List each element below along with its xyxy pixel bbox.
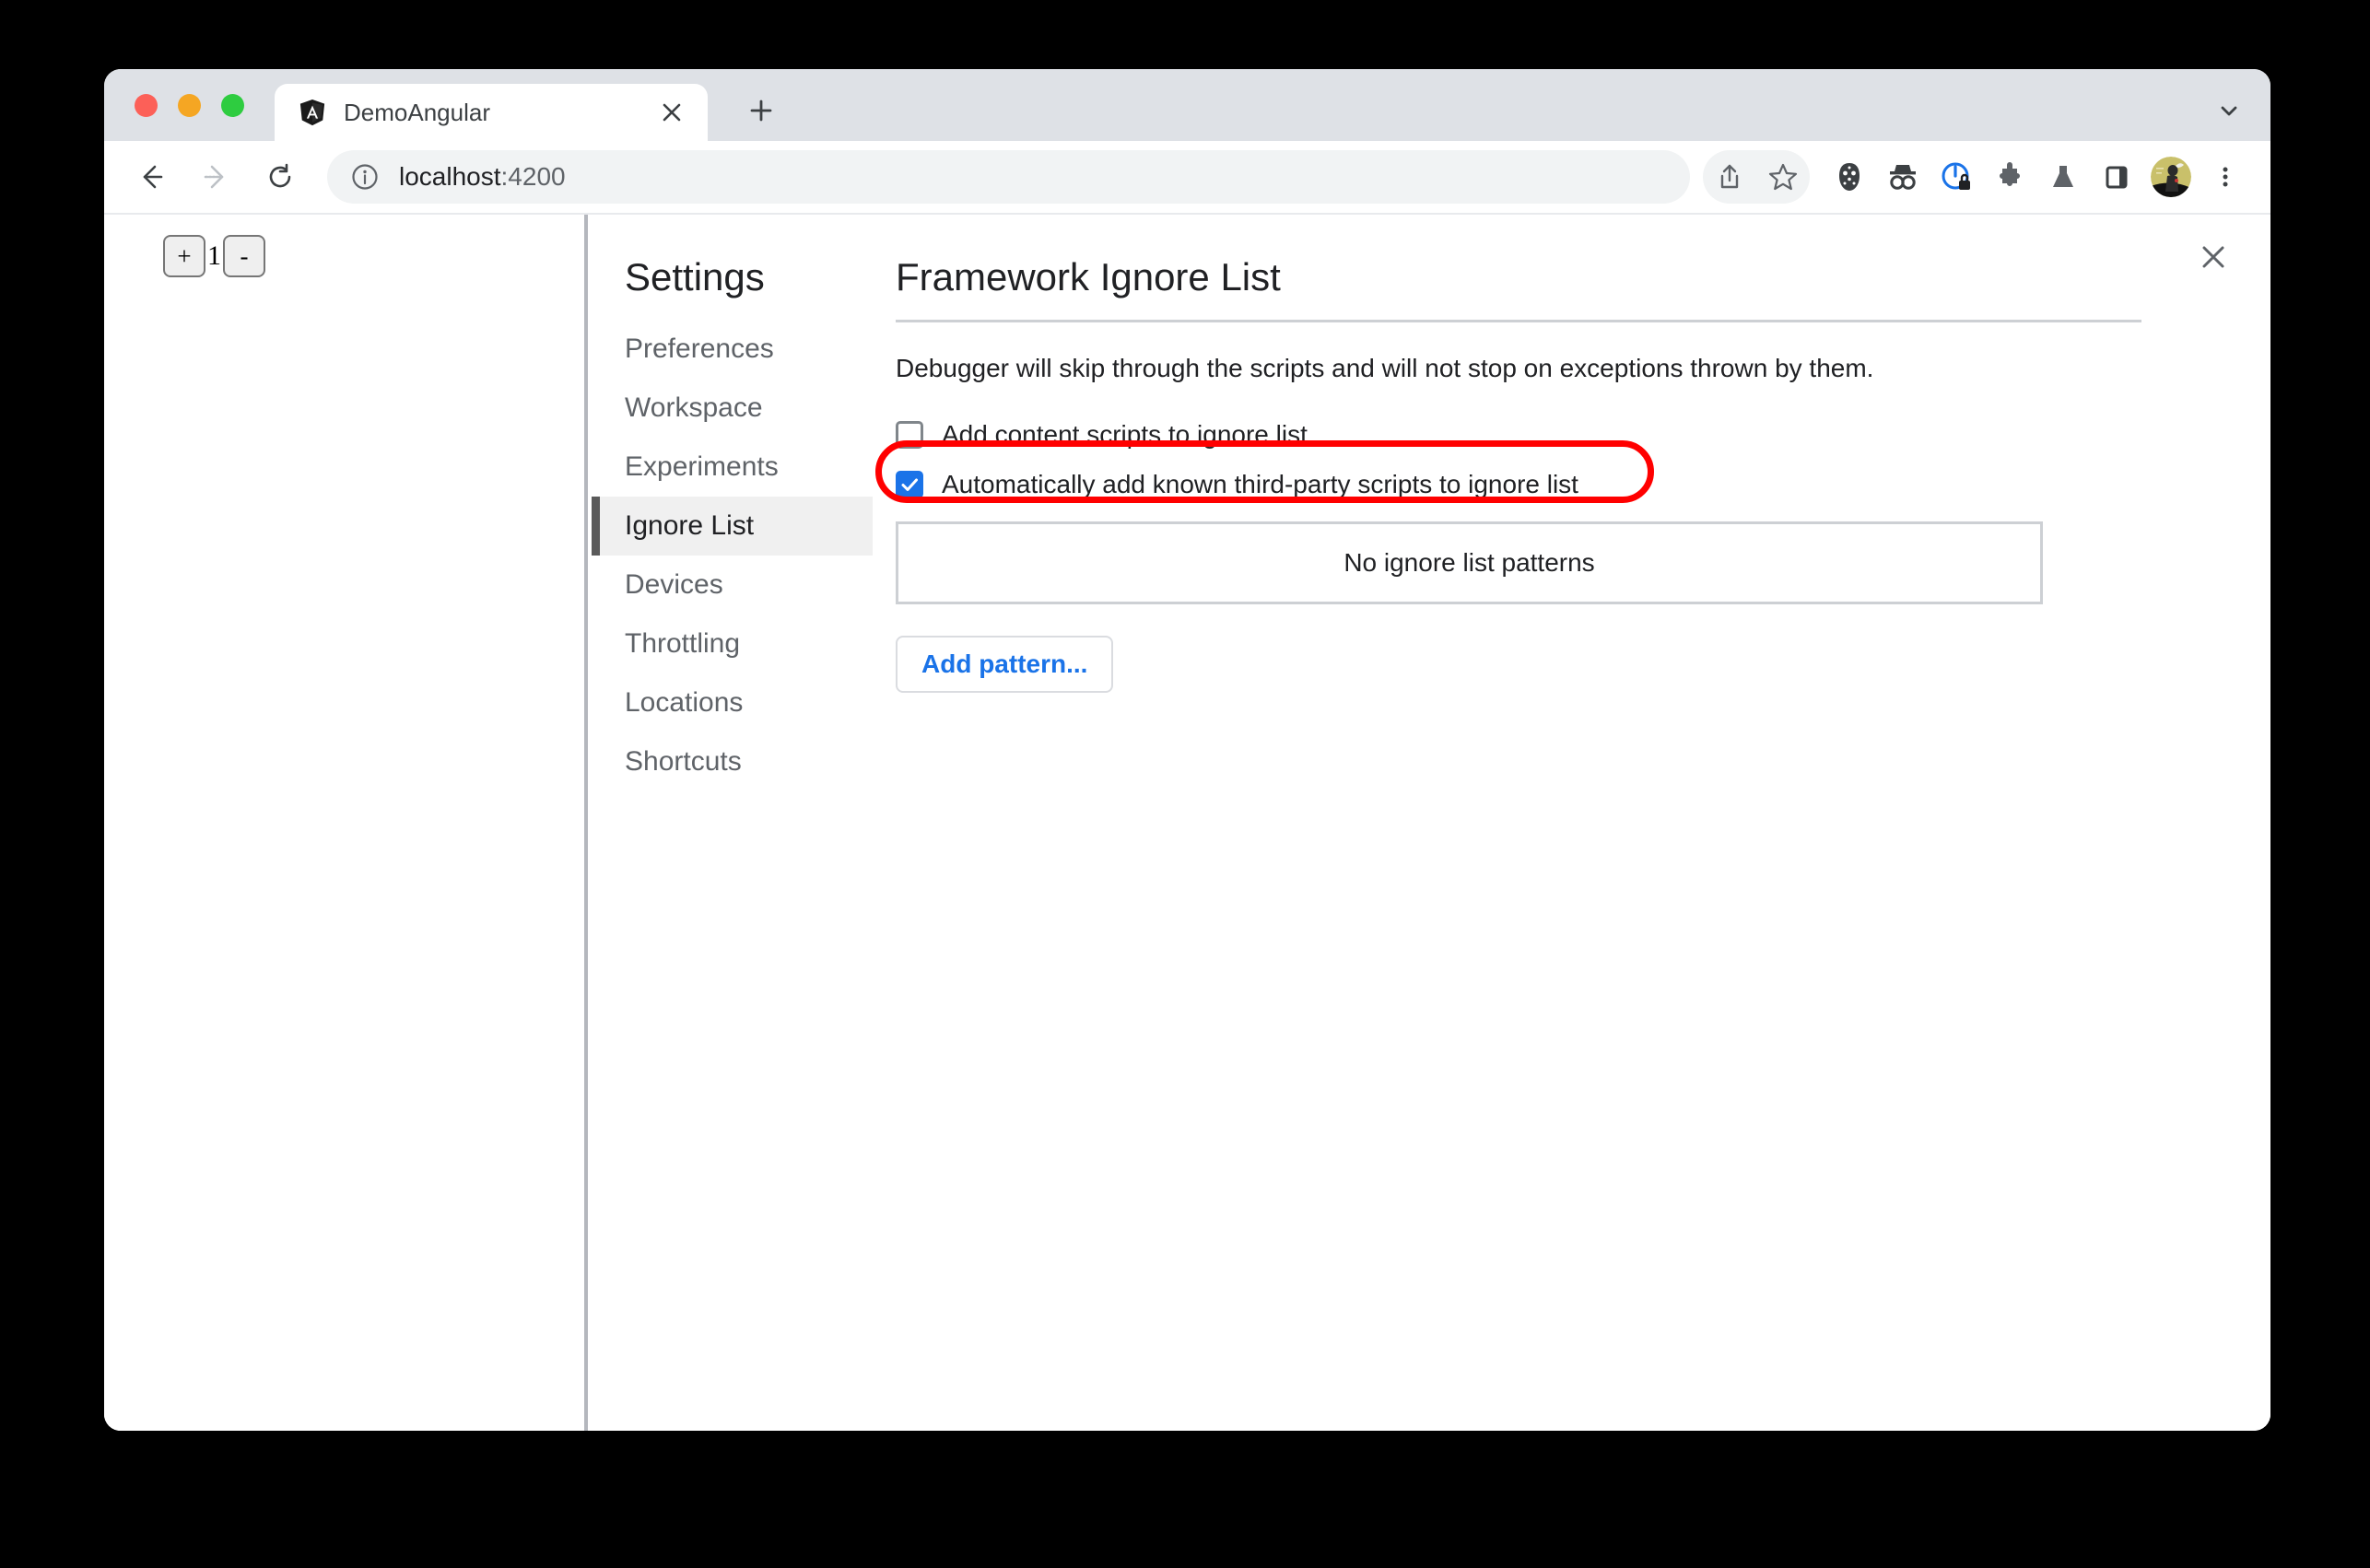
close-icon[interactable] — [2191, 235, 2235, 279]
chevron-down-icon[interactable] — [2208, 89, 2250, 132]
checkbox-add-content-scripts[interactable]: Add content scripts to ignore list — [896, 413, 2141, 457]
checkbox-box[interactable] — [896, 421, 923, 449]
privacy-lock-icon[interactable] — [1930, 150, 1983, 204]
browser-tab[interactable]: DemoAngular — [275, 84, 708, 141]
maximize-window-button[interactable] — [221, 94, 244, 117]
checkbox-box[interactable] — [896, 471, 923, 498]
browser-window: DemoAngular localhost:4200 + 1 - Setting… — [104, 69, 2270, 1431]
info-circle-icon[interactable] — [351, 163, 379, 191]
checkbox-label: Automatically add known third-party scri… — [942, 470, 1578, 498]
settings-heading: Settings — [625, 255, 765, 298]
sidebar-item-throttling[interactable]: Throttling — [592, 614, 873, 673]
arrow-left-icon[interactable] — [124, 150, 178, 204]
plus-icon[interactable] — [740, 89, 782, 132]
close-window-button[interactable] — [135, 94, 158, 117]
checkbox-label: Add content scripts to ignore list — [942, 420, 1308, 449]
tab-strip: DemoAngular — [104, 69, 2270, 141]
sidebar-item-experiments[interactable]: Experiments — [592, 438, 873, 497]
reload-icon[interactable] — [253, 150, 307, 204]
ignore-list-patterns-box: No ignore list patterns — [896, 521, 2043, 604]
panel-description: Debugger will skip through the scripts a… — [896, 354, 1874, 382]
counter-widget: + 1 - — [163, 235, 265, 277]
empty-state-text: No ignore list patterns — [1343, 548, 1595, 577]
checkbox-auto-add-third-party[interactable]: Automatically add known third-party scri… — [896, 462, 2141, 507]
tab-title: DemoAngular — [344, 98, 490, 126]
page-content-area: + 1 - Settings Preferences Workspace Exp… — [104, 215, 2270, 1431]
sidebar-item-workspace[interactable]: Workspace — [592, 379, 873, 438]
browser-toolbar: localhost:4200 — [104, 141, 2270, 215]
extensions-puzzle-icon[interactable] — [1983, 150, 2036, 204]
sidebar-item-locations[interactable]: Locations — [592, 673, 873, 732]
counter-value: 1 — [207, 240, 221, 271]
settings-main-panel: Framework Ignore List Debugger will skip… — [896, 255, 2141, 693]
devtools-settings-dialog: Settings Preferences Workspace Experimen… — [592, 215, 2270, 1431]
arrow-right-icon — [189, 150, 242, 204]
sidebar-item-preferences[interactable]: Preferences — [592, 320, 873, 379]
share-bookmark-group — [1703, 150, 1810, 204]
app-viewport: + 1 - — [104, 215, 588, 1431]
side-panel-icon[interactable] — [2090, 150, 2143, 204]
url-host: localhost — [399, 162, 501, 191]
url-text: localhost:4200 — [399, 162, 566, 192]
angular-logo-icon — [299, 99, 325, 126]
page-title: Framework Ignore List — [896, 255, 1281, 298]
settings-sidebar: Settings Preferences Workspace Experimen… — [592, 215, 873, 791]
sidebar-item-ignore-list[interactable]: Ignore List — [592, 497, 873, 556]
share-icon[interactable] — [1703, 150, 1756, 204]
three-dots-menu-icon[interactable] — [2199, 150, 2252, 204]
decrement-button[interactable]: - — [223, 235, 265, 277]
add-pattern-button[interactable]: Add pattern... — [896, 636, 1114, 693]
window-traffic-lights — [135, 94, 244, 117]
checkmark-icon — [901, 478, 918, 491]
user-avatar[interactable] — [2151, 157, 2191, 197]
increment-button[interactable]: + — [163, 235, 205, 277]
minimize-window-button[interactable] — [178, 94, 201, 117]
sidebar-item-shortcuts[interactable]: Shortcuts — [592, 732, 873, 791]
incognito-glasses-icon[interactable] — [1876, 150, 1930, 204]
sidebar-item-devices[interactable]: Devices — [592, 556, 873, 614]
bookmark-star-icon[interactable] — [1756, 150, 1810, 204]
toolbar-actions — [1703, 150, 2270, 204]
divider — [896, 320, 2141, 322]
experiments-flask-icon[interactable] — [2036, 150, 2090, 204]
hockey-mask-icon[interactable] — [1823, 150, 1876, 204]
close-icon[interactable] — [656, 97, 687, 128]
url-port: :4200 — [500, 162, 566, 191]
address-bar[interactable]: localhost:4200 — [327, 150, 1690, 204]
